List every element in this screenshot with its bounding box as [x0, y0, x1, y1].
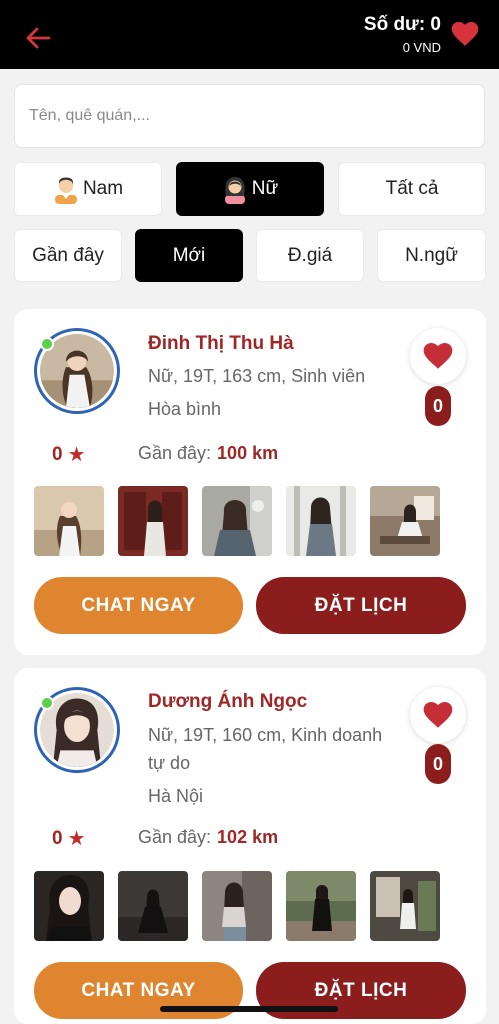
sort-new-label: Mới — [172, 244, 206, 266]
gallery-photo[interactable] — [34, 871, 104, 941]
profile-card[interactable]: Đinh Thị Thu Hà Nữ, 19T, 163 cm, Sinh vi… — [14, 309, 486, 655]
gallery-photo[interactable] — [202, 486, 272, 556]
filter-all-button[interactable]: Tất cả — [338, 162, 486, 216]
home-indicator — [160, 1006, 338, 1012]
distance-label: Gần đây: — [138, 827, 212, 847]
rating: 0 ★ — [52, 442, 86, 467]
heart-icon — [451, 22, 479, 46]
distance-label: Gần đây: — [138, 443, 212, 463]
rating: 0 ★ — [52, 826, 86, 851]
rating-value: 0 — [52, 443, 63, 465]
gallery-photo[interactable] — [370, 871, 440, 941]
gender-filter: Nam Nữ Tất cả — [14, 162, 486, 216]
profile-card[interactable]: Dương Ánh Ngọc Nữ, 19T, 160 cm, Kinh doa… — [14, 668, 486, 1024]
favorites-button[interactable] — [451, 22, 479, 52]
sort-recent-button[interactable]: Gần đây — [14, 229, 122, 282]
like-count-badge: 0 — [425, 744, 451, 784]
male-avatar-icon — [54, 177, 77, 204]
chat-now-button[interactable]: CHAT NGAY — [34, 577, 243, 634]
top-bar: Số dư: 0 0 VND — [0, 0, 499, 69]
distance-info: Gần đây: 100 km — [138, 443, 278, 464]
online-status-dot — [40, 696, 54, 710]
gallery-photo[interactable] — [286, 871, 356, 941]
search-box[interactable] — [14, 84, 485, 148]
photo-gallery — [34, 871, 454, 941]
heart-icon — [423, 342, 453, 369]
gallery-photo[interactable] — [370, 486, 440, 556]
gallery-photo[interactable] — [202, 871, 272, 941]
profile-hometown: Hòa bình — [148, 399, 222, 419]
female-avatar-icon — [224, 177, 245, 204]
sort-new-button[interactable]: Mới — [135, 229, 243, 282]
balance-unit: 0 VND — [402, 40, 441, 55]
like-button[interactable] — [410, 687, 466, 743]
distance-value: 100 km — [217, 443, 279, 463]
back-button[interactable] — [20, 20, 56, 56]
back-arrow-icon — [26, 27, 51, 49]
filter-all-label: Tất cả — [385, 178, 439, 199]
filter-male-button[interactable]: Nam — [14, 162, 162, 216]
star-icon: ★ — [67, 444, 86, 466]
like-button[interactable] — [410, 328, 466, 384]
sort-recent-label: Gần đây — [32, 244, 104, 266]
sort-language-label: N.ngữ — [405, 244, 458, 266]
like-count-badge: 0 — [425, 386, 451, 426]
sort-filter: Gần đây Mới Đ.giá N.ngữ — [14, 229, 486, 282]
photo-gallery — [34, 486, 454, 556]
star-icon: ★ — [67, 828, 86, 850]
sort-language-button[interactable]: N.ngữ — [377, 229, 486, 282]
balance-label: Số dư: 0 — [363, 14, 441, 35]
filter-female-button[interactable]: Nữ — [176, 162, 324, 216]
filter-female-label: Nữ — [251, 178, 279, 199]
filter-male-label: Nam — [82, 178, 124, 199]
distance-value: 102 km — [217, 827, 279, 847]
balance-display: Số dư: 0 0 VND — [364, 14, 441, 55]
profile-details: Nữ, 19T, 163 cm, Sinh viên — [148, 366, 366, 386]
gallery-photo[interactable] — [34, 486, 104, 556]
sort-rating-label: Đ.giá — [287, 244, 333, 266]
profile-name: Dương Ánh Ngọc — [148, 691, 308, 712]
heart-icon — [423, 701, 453, 728]
rating-value: 0 — [52, 827, 63, 849]
gallery-photo[interactable] — [118, 871, 188, 941]
gallery-photo[interactable] — [118, 486, 188, 556]
online-status-dot — [40, 337, 54, 351]
sort-rating-button[interactable]: Đ.giá — [256, 229, 364, 282]
profile-details: Nữ, 19T, 160 cm, Kinh doanh tự do — [148, 725, 383, 773]
profile-hometown: Hà Nội — [148, 786, 204, 806]
book-button[interactable]: ĐẶT LỊCH — [256, 577, 466, 634]
search-input[interactable] — [29, 107, 484, 125]
gallery-photo[interactable] — [286, 486, 356, 556]
profile-name: Đinh Thị Thu Hà — [148, 333, 294, 354]
distance-info: Gần đây: 102 km — [138, 827, 278, 848]
